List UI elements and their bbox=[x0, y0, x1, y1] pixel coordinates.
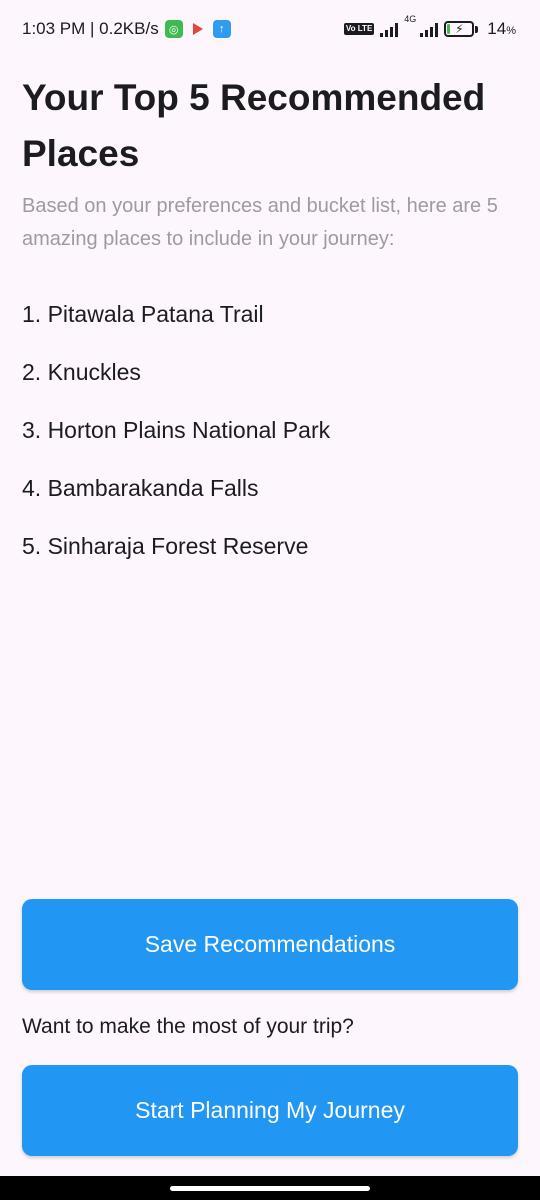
battery-tip bbox=[475, 25, 479, 33]
system-nav-bar bbox=[0, 1176, 540, 1200]
status-left: 1:03 PM | 0.2KB/s ◎ ↑ bbox=[22, 19, 231, 39]
battery-fill bbox=[447, 24, 451, 34]
recommendations-screen: 1:03 PM | 0.2KB/s ◎ ↑ Vo LTE 4G ⚡ 14% Yo… bbox=[0, 0, 540, 1200]
battery-percent: 14% bbox=[487, 19, 516, 39]
battery-percent-value: 14 bbox=[487, 19, 507, 38]
network-type-label: 4G bbox=[404, 14, 417, 24]
upload-icon: ↑ bbox=[212, 20, 231, 38]
status-right: Vo LTE 4G ⚡ 14% bbox=[343, 15, 516, 39]
play-store-icon bbox=[192, 23, 203, 35]
signal-icon bbox=[380, 21, 399, 37]
place-item: 3. Horton Plains National Park bbox=[22, 417, 331, 443]
battery-icon: ⚡ bbox=[444, 21, 479, 37]
status-time-speed: 1:03 PM | 0.2KB/s bbox=[22, 19, 159, 38]
signal-icon-2 bbox=[420, 21, 439, 37]
whatsapp-icon: ◎ bbox=[164, 20, 183, 38]
home-gesture-handle[interactable] bbox=[170, 1185, 370, 1191]
start-planning-button[interactable]: Start Planning My Journey bbox=[22, 1065, 518, 1156]
volte-icon: Vo LTE bbox=[343, 23, 375, 35]
place-item: 4. Bambarakanda Falls bbox=[22, 475, 259, 501]
place-item: 5. Sinharaja Forest Reserve bbox=[22, 533, 309, 559]
place-item: 1. Pitawala Patana Trail bbox=[22, 301, 264, 327]
planning-prompt: Want to make the most of your trip? bbox=[22, 1015, 354, 1038]
page-title: Your Top 5 Recommended Places bbox=[22, 77, 486, 174]
battery-percent-unit: % bbox=[506, 25, 516, 37]
page-subtitle: Based on your preferences and bucket lis… bbox=[22, 195, 498, 250]
status-bar: 1:03 PM | 0.2KB/s ◎ ↑ Vo LTE 4G ⚡ 14% bbox=[0, 0, 540, 58]
places-list: 1. Pitawala Patana Trail 2. Knuckles 3. … bbox=[22, 294, 522, 584]
place-item: 2. Knuckles bbox=[22, 359, 141, 385]
save-recommendations-button[interactable]: Save Recommendations bbox=[22, 899, 518, 990]
charging-icon: ⚡ bbox=[455, 22, 464, 36]
battery-body: ⚡ bbox=[444, 21, 475, 37]
